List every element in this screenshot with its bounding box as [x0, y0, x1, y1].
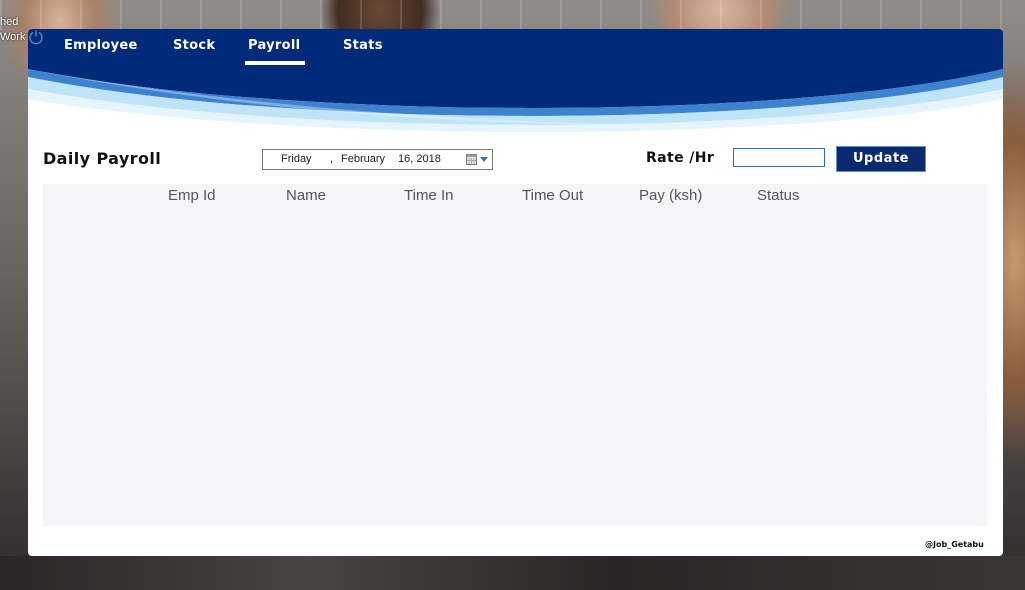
payroll-table-header: Emp Id Name Time In Time Out Pay (ksh) S… [43, 184, 987, 208]
desktop-background-pattern [0, 0, 1025, 30]
main-navigation: Employee Stock Payroll Stats [28, 29, 1003, 69]
chevron-down-icon[interactable] [480, 157, 488, 162]
date-picker[interactable]: Friday , February 16, 2018 [262, 149, 493, 170]
active-tab-indicator [245, 61, 305, 65]
author-watermark: @Job_Getabu [925, 540, 984, 549]
page-title: Daily Payroll [43, 149, 162, 168]
nav-stock[interactable]: Stock [173, 38, 215, 53]
column-header-time-in[interactable]: Time In [404, 187, 453, 204]
desktop-icon-label[interactable]: hed Work [0, 15, 25, 45]
column-header-emp-id[interactable]: Emp Id [168, 187, 216, 204]
column-header-pay[interactable]: Pay (ksh) [639, 187, 702, 204]
app-header-banner: Employee Stock Payroll Stats [28, 29, 1003, 144]
payroll-app-window: Employee Stock Payroll Stats Daily Payro… [28, 29, 1003, 556]
column-header-name[interactable]: Name [286, 187, 326, 204]
desktop-background-bottom [0, 556, 1025, 590]
desktop-icon-label-line-1: hed [0, 16, 19, 28]
rate-per-hour-input[interactable] [733, 148, 825, 167]
update-button[interactable]: Update [836, 146, 926, 172]
rate-per-hour-label: Rate /Hr [646, 150, 715, 166]
column-header-status[interactable]: Status [757, 187, 800, 204]
calendar-icon[interactable] [466, 153, 477, 165]
date-day-year: 16, 2018 [398, 153, 441, 165]
desktop-icon-label-line-2: Work [0, 31, 26, 43]
nav-stats[interactable]: Stats [343, 38, 383, 53]
date-separator: , [330, 153, 334, 165]
power-icon[interactable] [28, 29, 44, 45]
date-weekday: Friday [281, 153, 312, 165]
nav-employee[interactable]: Employee [64, 38, 138, 53]
date-month: February [341, 153, 386, 165]
payroll-table[interactable]: Emp Id Name Time In Time Out Pay (ksh) S… [43, 184, 987, 526]
nav-payroll[interactable]: Payroll [248, 38, 300, 53]
column-header-time-out[interactable]: Time Out [522, 187, 583, 204]
